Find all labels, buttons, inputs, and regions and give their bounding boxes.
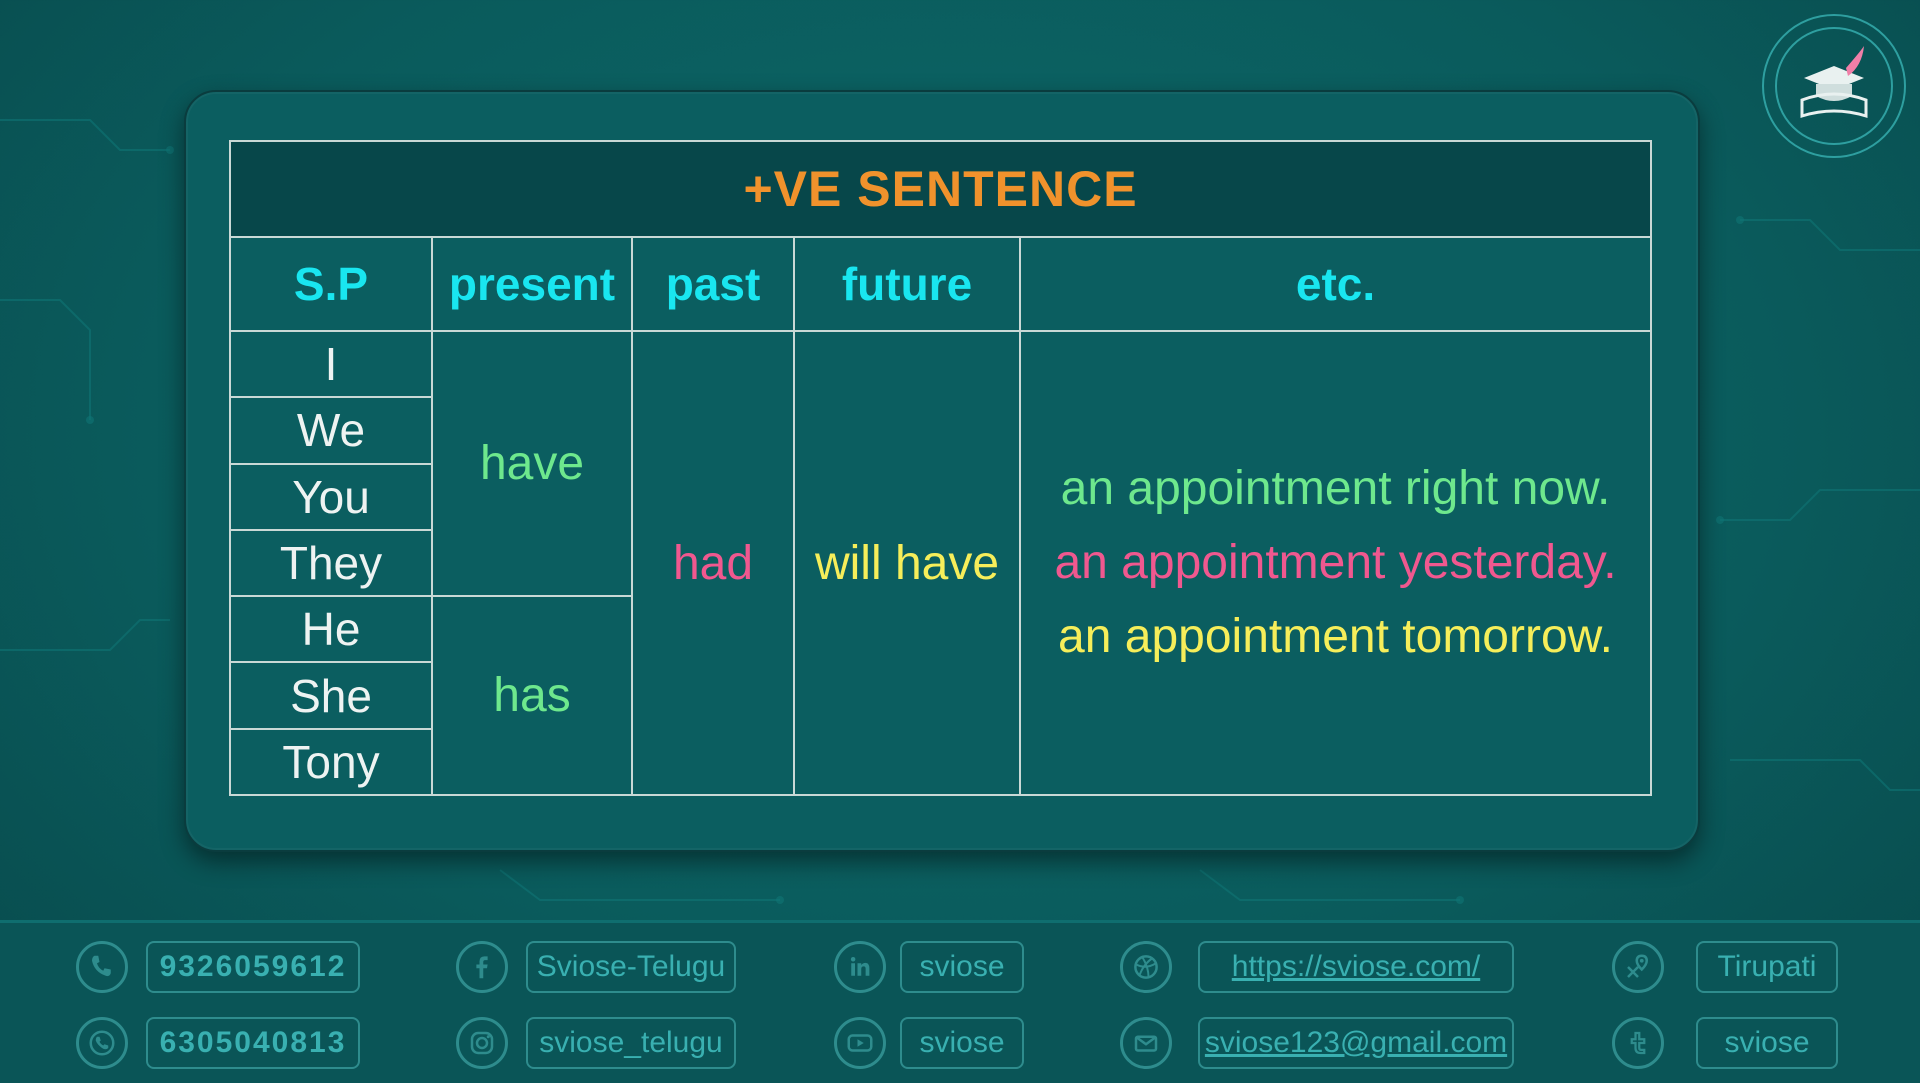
website-link[interactable]: https://sviose.com/ xyxy=(1198,941,1514,993)
youtube-icon xyxy=(834,1017,886,1069)
subject-cell: We xyxy=(229,396,433,465)
etc-line-future: an appointment tomorrow. xyxy=(1058,610,1614,663)
future-cell: will have xyxy=(793,330,1021,796)
facebook-handle[interactable]: Sviose-Telugu xyxy=(526,941,736,993)
past-cell: had xyxy=(631,330,795,796)
phone-icon xyxy=(76,941,128,993)
table-title: +VE SENTENCE xyxy=(743,161,1138,217)
etc-cell: an appointment right now. an appointment… xyxy=(1018,330,1653,796)
instagram-icon xyxy=(456,1017,508,1069)
header-present: present xyxy=(431,236,633,332)
subject-cell: They xyxy=(229,528,433,598)
subject-cell: He xyxy=(229,595,433,664)
header-future: future xyxy=(793,236,1021,332)
whatsapp-number[interactable]: 6305040813 xyxy=(146,1017,360,1069)
school-logo xyxy=(1762,14,1906,158)
whatsapp-icon xyxy=(76,1017,128,1069)
table-title-cell: +VE SENTENCE xyxy=(228,140,1653,238)
globe-icon xyxy=(1120,941,1172,993)
header-etc: etc. xyxy=(1018,236,1653,332)
sentence-table: +VE SENTENCE S.P present past future etc… xyxy=(228,140,1653,797)
header-past: past xyxy=(631,236,795,332)
instagram-handle[interactable]: sviose_telugu xyxy=(526,1017,736,1069)
subject-cell: You xyxy=(229,462,433,531)
etc-line-present: an appointment right now. xyxy=(1060,462,1611,515)
facebook-icon xyxy=(456,941,508,993)
social-handle[interactable]: sviose xyxy=(1696,1017,1838,1069)
present-has-cell: has xyxy=(431,595,633,796)
subject-cell: She xyxy=(229,661,433,730)
present-have-cell: have xyxy=(431,329,633,598)
linkedin-icon xyxy=(834,941,886,993)
location-text: Tirupati xyxy=(1696,941,1838,993)
mail-icon xyxy=(1120,1017,1172,1069)
email-link[interactable]: sviose123@gmail.com xyxy=(1198,1017,1514,1069)
linkedin-handle[interactable]: sviose xyxy=(900,941,1024,993)
subject-cell: Tony xyxy=(229,727,433,797)
header-sp: S.P xyxy=(229,236,433,332)
contact-footer: 9326059612 6305040813 Sviose-Telugu svio… xyxy=(0,920,1920,1083)
etc-line-past: an appointment yesterday. xyxy=(1054,536,1617,589)
social-icon xyxy=(1612,1017,1664,1069)
youtube-handle[interactable]: sviose xyxy=(900,1017,1024,1069)
phone-number[interactable]: 9326059612 xyxy=(146,941,360,993)
location-icon xyxy=(1612,941,1664,993)
subject-cell: I xyxy=(229,329,433,399)
